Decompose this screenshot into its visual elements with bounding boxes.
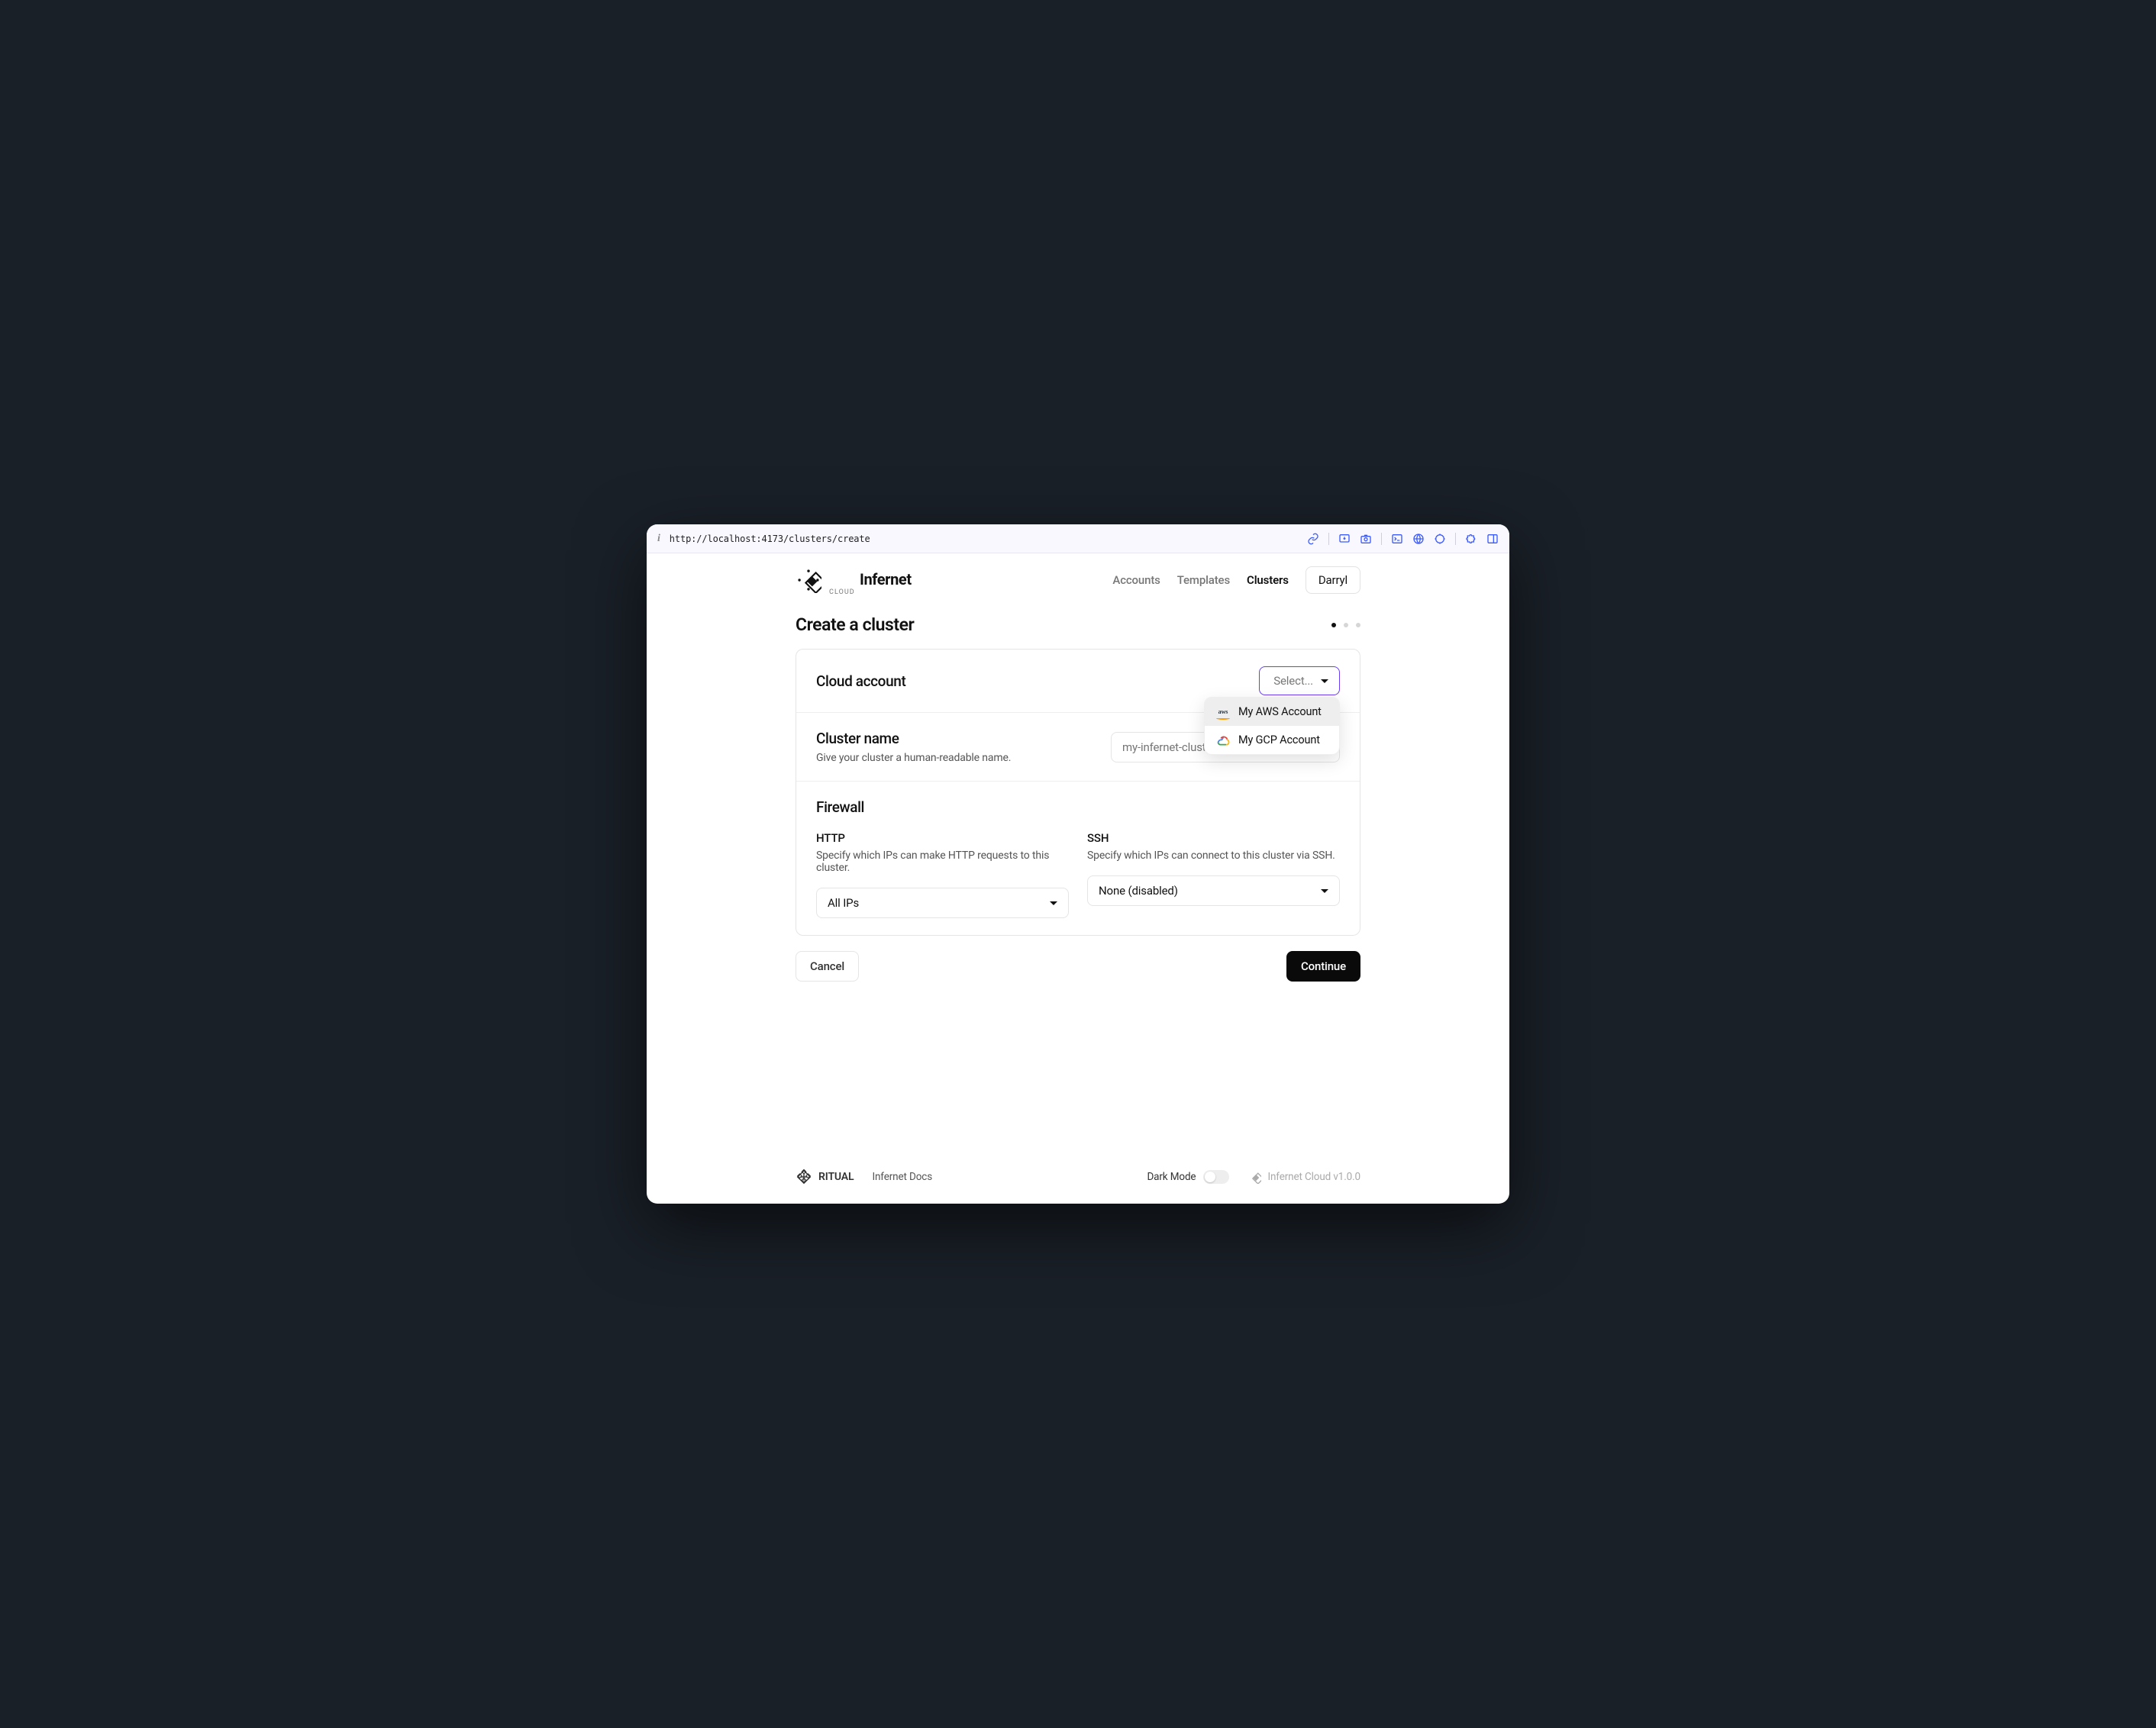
brand-sub: CLOUD [829, 589, 942, 596]
footer: RITUAL Infernet Docs Dark Mode Infernet … [765, 1156, 1391, 1204]
firewall-ssh-desc: Specify which IPs can connect to this cl… [1087, 849, 1340, 862]
url-bar-actions [1307, 533, 1499, 545]
download-icon[interactable] [1338, 533, 1351, 545]
chevron-down-icon [1321, 679, 1328, 683]
terminal-icon[interactable] [1391, 533, 1403, 545]
cluster-name-label: Cluster name [816, 730, 1011, 747]
firewall-ssh-label: SSH [1087, 831, 1340, 845]
url-bar: i http://localhost:4173/clusters/create [647, 524, 1509, 553]
version-icon [1247, 1170, 1261, 1184]
divider [1455, 533, 1456, 545]
step-dot-2 [1344, 623, 1348, 627]
firewall-section: Firewall HTTP Specify which IPs can make… [796, 782, 1360, 935]
firewall-http-label: HTTP [816, 831, 1069, 845]
cloud-option-gcp[interactable]: My GCP Account [1205, 726, 1339, 754]
cloud-account-label: Cloud account [816, 672, 905, 690]
cloud-account-select[interactable]: Select... [1259, 666, 1340, 695]
cloud-option-aws[interactable]: aws My AWS Account [1205, 698, 1339, 726]
firewall-http-value: All IPs [828, 896, 859, 910]
firewall-http-select[interactable]: All IPs [816, 888, 1069, 918]
toggle-knob [1205, 1172, 1215, 1182]
chevron-down-icon [1321, 889, 1328, 893]
footer-docs-link[interactable]: Infernet Docs [872, 1171, 932, 1183]
crosshair-icon[interactable] [1434, 533, 1446, 545]
logo[interactable]: Infernet CLOUD [796, 564, 942, 596]
brand-name: Infernet [829, 564, 942, 587]
panel-icon[interactable] [1486, 533, 1499, 545]
cloud-account-dropdown: aws My AWS Account My GCP Account [1204, 697, 1340, 755]
firewall-title: Firewall [816, 798, 1340, 816]
cluster-name-desc: Give your cluster a human-readable name. [816, 752, 1011, 764]
cloud-option-gcp-label: My GCP Account [1238, 733, 1320, 746]
ritual-logo-icon [796, 1169, 812, 1185]
dark-mode-toggle-wrap: Dark Mode [1147, 1170, 1229, 1184]
user-menu-button[interactable]: Darryl [1306, 566, 1360, 594]
cancel-button[interactable]: Cancel [796, 951, 859, 982]
puzzle-icon[interactable] [1465, 533, 1477, 545]
firewall-ssh-value: None (disabled) [1099, 884, 1178, 898]
firewall-ssh-select[interactable]: None (disabled) [1087, 875, 1340, 906]
divider [1328, 533, 1329, 545]
globe-icon[interactable] [1412, 533, 1425, 545]
app-header: Infernet CLOUD Accounts Templates Cluste… [765, 553, 1391, 607]
firewall-ssh: SSH Specify which IPs can connect to thi… [1087, 831, 1340, 918]
ritual-logo[interactable]: RITUAL [796, 1169, 854, 1185]
version-text: Infernet Cloud v1.0.0 [1267, 1171, 1360, 1183]
page-title: Create a cluster [796, 614, 914, 635]
divider [1381, 533, 1382, 545]
action-row: Cancel Continue [796, 951, 1360, 982]
dark-mode-label: Dark Mode [1147, 1171, 1196, 1183]
version: Infernet Cloud v1.0.0 [1247, 1170, 1360, 1184]
firewall-http: HTTP Specify which IPs can make HTTP req… [816, 831, 1069, 918]
cloud-option-aws-label: My AWS Account [1238, 705, 1322, 718]
nav: Accounts Templates Clusters Darryl [1112, 566, 1360, 594]
main-content: Create a cluster Cloud account Select... [765, 607, 1391, 1156]
info-icon: i [657, 533, 660, 545]
firewall-http-desc: Specify which IPs can make HTTP requests… [816, 849, 1069, 874]
cloud-account-select-placeholder: Select... [1273, 674, 1313, 688]
nav-templates[interactable]: Templates [1177, 573, 1230, 587]
app-window: i http://localhost:4173/clusters/create [647, 524, 1509, 1204]
step-dot-3 [1356, 623, 1360, 627]
camera-icon[interactable] [1360, 533, 1372, 545]
form-card: Cloud account Select... aws My AWS Accou… [796, 649, 1360, 936]
dark-mode-toggle[interactable] [1203, 1170, 1229, 1184]
gcp-icon [1215, 734, 1231, 746]
cloud-account-section: Cloud account Select... aws My AWS Accou… [796, 650, 1360, 713]
infernet-logo-icon [796, 567, 821, 593]
continue-button[interactable]: Continue [1286, 951, 1360, 982]
link-icon[interactable] [1307, 533, 1319, 545]
step-indicator [1331, 623, 1360, 627]
aws-icon: aws [1215, 706, 1231, 718]
nav-accounts[interactable]: Accounts [1112, 573, 1160, 587]
nav-clusters[interactable]: Clusters [1247, 573, 1289, 587]
chevron-down-icon [1050, 901, 1057, 905]
url-text: http://localhost:4173/clusters/create [670, 534, 1298, 544]
ritual-text: RITUAL [818, 1171, 854, 1183]
step-dot-1 [1331, 623, 1336, 627]
